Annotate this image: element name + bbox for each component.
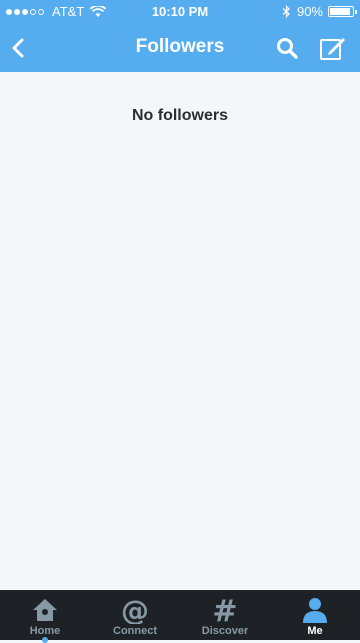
tab-icon-wrapper: @ — [120, 595, 150, 625]
status-bar: AT&T 10:10 PM 90% — [0, 0, 360, 24]
at-icon: @ — [121, 596, 149, 624]
tab-me[interactable]: Me — [270, 590, 360, 640]
tab-icon-wrapper — [301, 595, 329, 625]
battery-tip — [355, 10, 357, 14]
tab-home[interactable]: Home — [0, 590, 90, 643]
followers-list[interactable]: No followers — [0, 72, 360, 590]
empty-state-message: No followers — [131, 107, 228, 124]
new-content-indicator — [42, 637, 48, 643]
tab-icon-wrapper — [31, 595, 59, 625]
tab-bar: Home @ Connect # Discover Me — [0, 590, 360, 643]
search-button[interactable] — [273, 34, 301, 62]
page-title: Followers — [135, 36, 225, 57]
tab-label: Home — [29, 625, 61, 637]
tab-connect[interactable]: @ Connect — [90, 590, 180, 640]
navigation-bar: Followers — [0, 24, 360, 72]
person-icon — [303, 598, 327, 623]
search-icon — [277, 38, 298, 59]
compose-icon — [320, 38, 345, 60]
battery-icon — [328, 6, 357, 17]
tab-icon-wrapper: # — [211, 595, 239, 625]
compose-tweet-button[interactable] — [319, 34, 347, 62]
bluetooth-icon — [282, 5, 290, 18]
tab-label: Connect — [113, 625, 157, 637]
svg-text:@: @ — [121, 596, 149, 624]
tab-label: Discover — [201, 625, 249, 637]
tab-label: Me — [307, 625, 323, 637]
svg-text:#: # — [212, 596, 237, 624]
battery-fill — [330, 8, 350, 15]
home-icon — [33, 599, 57, 621]
status-right: 90% — [282, 4, 357, 19]
hashtag-icon: # — [212, 596, 237, 624]
tab-discover[interactable]: # Discover — [180, 590, 270, 640]
battery-percent: 90% — [296, 4, 323, 19]
